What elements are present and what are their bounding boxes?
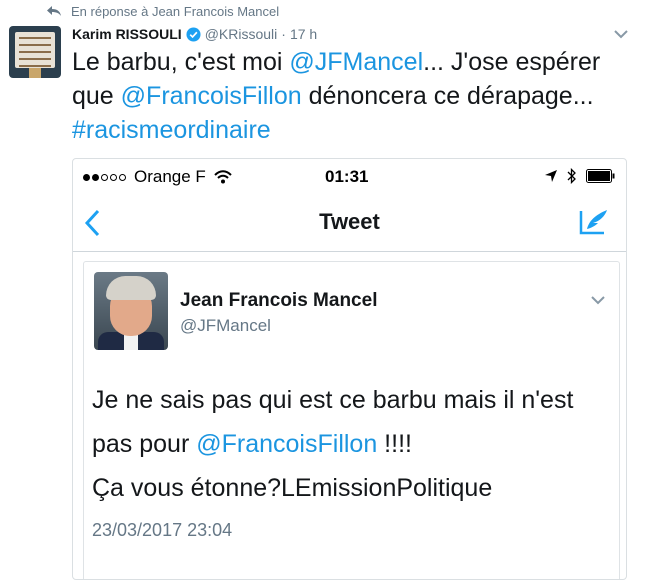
- quoted-text-part: Ça vous étonne?LEmissionPolitique: [92, 474, 493, 502]
- reply-context[interactable]: En réponse à Jean Francois Mancel: [46, 2, 279, 20]
- quoted-tweet[interactable]: Jean Francois Mancel @JFMancel Je ne sai…: [83, 261, 620, 579]
- author-name[interactable]: Karim RISSOULI: [72, 26, 182, 42]
- hashtag-link[interactable]: #racismeordinaire: [72, 116, 271, 144]
- attached-screenshot[interactable]: Orange F 01:31 Tweet Jean Francois Mance…: [72, 158, 627, 580]
- quoted-avatar[interactable]: [94, 272, 168, 350]
- quoted-tweet-text: Je ne sais pas qui est ce barbu mais il …: [92, 378, 607, 510]
- carrier-name: Orange F: [134, 167, 206, 186]
- mention-link[interactable]: @JFMancel: [289, 48, 423, 76]
- chevron-down-icon[interactable]: [591, 292, 605, 310]
- chevron-down-icon[interactable]: [614, 26, 628, 44]
- quoted-author-handle[interactable]: @JFMancel: [180, 316, 271, 336]
- nav-bar: Tweet: [73, 195, 626, 252]
- tweet-text: Le barbu, c'est moi @JFMancel... J'ose e…: [72, 45, 632, 147]
- nav-title: Tweet: [319, 209, 380, 234]
- verified-badge-icon: [186, 26, 201, 42]
- author-avatar[interactable]: [9, 26, 61, 78]
- separator: ·: [281, 26, 286, 42]
- compose-icon[interactable]: [578, 207, 610, 242]
- quoted-tweet-date: 23/03/2017 23:04: [92, 520, 233, 540]
- location-arrow-icon: [544, 169, 558, 183]
- mention-link[interactable]: @FrancoisFillon: [196, 430, 377, 458]
- wifi-icon: [214, 170, 232, 184]
- tweet-text-part: dénoncera ce dérapage...: [301, 82, 594, 110]
- signal-strength-icon: [83, 173, 128, 181]
- reply-arrow-icon: [47, 6, 61, 16]
- author-handle[interactable]: @KRissouli: [205, 26, 278, 42]
- battery-icon: [586, 169, 616, 183]
- tweet-header: Karim RISSOULI @KRissouli · 17 h: [72, 24, 317, 44]
- bluetooth-icon: [567, 168, 577, 184]
- quoted-author-name[interactable]: Jean Francois Mancel: [180, 290, 377, 312]
- reply-context-label: En réponse à Jean Francois Mancel: [71, 3, 280, 19]
- mention-link[interactable]: @FrancoisFillon: [121, 82, 302, 110]
- status-bar: Orange F 01:31: [73, 159, 626, 195]
- status-clock: 01:31: [325, 167, 369, 186]
- quoted-text-part: !!!!: [377, 430, 412, 458]
- tweet-text-part: Le barbu, c'est moi: [72, 48, 290, 76]
- tweet-time[interactable]: 17 h: [290, 26, 317, 42]
